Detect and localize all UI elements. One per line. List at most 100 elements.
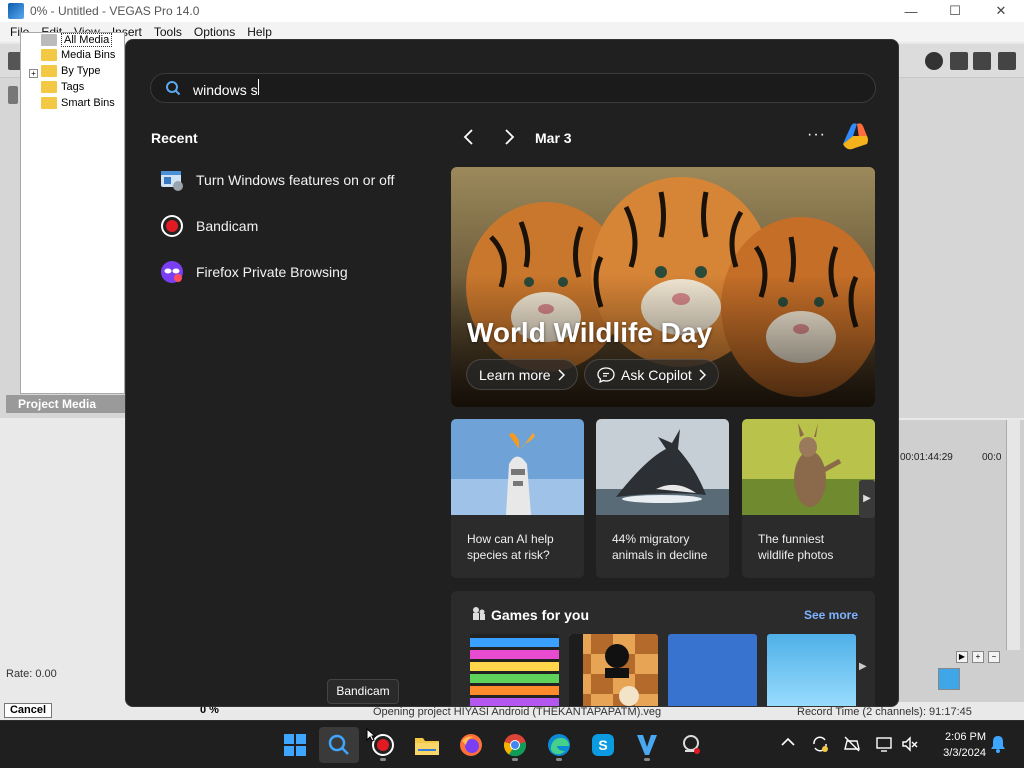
see-more-link[interactable]: See more bbox=[804, 608, 858, 622]
chevron-right-icon bbox=[558, 368, 565, 381]
windows-features-icon bbox=[160, 168, 184, 192]
expand-by-type-button[interactable]: + bbox=[29, 69, 38, 78]
recent-item-bandicam[interactable]: Bandicam bbox=[160, 211, 430, 241]
trim-icon[interactable] bbox=[950, 52, 968, 70]
snipping-tool-icon bbox=[683, 735, 700, 754]
status-bar: Opening project HIYASI Android (THEKANTA… bbox=[125, 706, 1024, 719]
chevron-up-icon bbox=[781, 737, 795, 746]
zoom-out-button[interactable]: − bbox=[988, 651, 1000, 663]
scroll-right-button[interactable]: ▶ bbox=[956, 651, 968, 663]
notifications-button[interactable] bbox=[988, 735, 1008, 755]
project-media-tab[interactable]: Project Media bbox=[6, 395, 125, 413]
firefox-icon bbox=[460, 734, 482, 756]
volume-tray-icon[interactable] bbox=[900, 735, 920, 755]
taskbar-firefox[interactable] bbox=[451, 727, 491, 763]
games-section: Games for you See more ▶ bbox=[451, 591, 875, 706]
taskbar: S 2:06 PM 3/3/2024 bbox=[0, 720, 1024, 768]
mouse-cursor-icon bbox=[366, 728, 376, 742]
text-caret bbox=[257, 78, 259, 95]
kangaroo-image bbox=[742, 419, 875, 515]
games-heading: Games for you bbox=[491, 607, 590, 623]
search-icon bbox=[166, 81, 181, 96]
previous-arrow-icon[interactable] bbox=[461, 128, 477, 146]
folder-icon bbox=[41, 81, 57, 93]
maximize-button[interactable]: ☐ bbox=[932, 0, 978, 22]
close-panel-icon[interactable] bbox=[8, 86, 18, 104]
menu-help[interactable]: Help bbox=[241, 25, 278, 39]
sync-tray-icon[interactable] bbox=[810, 735, 830, 755]
minimize-button[interactable]: — bbox=[888, 0, 934, 22]
more-options-button[interactable]: ··· bbox=[807, 126, 826, 144]
date-label: Mar 3 bbox=[535, 130, 572, 146]
snapping-icon[interactable] bbox=[938, 668, 960, 690]
game-tile-sky[interactable] bbox=[767, 634, 856, 706]
chrome-icon bbox=[503, 734, 527, 757]
taskbar-clock[interactable]: 2:06 PM 3/3/2024 bbox=[926, 729, 986, 761]
taskbar-vegas[interactable] bbox=[627, 727, 667, 763]
clock-date: 3/3/2024 bbox=[943, 747, 986, 759]
timeline-time-2: 00:0 bbox=[982, 452, 1002, 463]
butterfly-robot-image bbox=[451, 419, 584, 515]
volume-muted-icon bbox=[902, 736, 918, 752]
display-tray-icon[interactable] bbox=[874, 735, 894, 755]
ask-copilot-button[interactable]: Ask Copilot bbox=[584, 359, 719, 390]
folder-icon bbox=[41, 97, 57, 109]
close-button[interactable]: ✕ bbox=[978, 0, 1024, 22]
show-hidden-icons-button[interactable] bbox=[778, 735, 798, 755]
game-tile-chess[interactable] bbox=[569, 634, 658, 706]
monitor-icon bbox=[876, 737, 892, 752]
news-card-ai-species[interactable]: How can AI help species at risk? bbox=[451, 419, 584, 578]
network-tray-icon[interactable] bbox=[842, 735, 862, 755]
tree-item-smart-bins[interactable]: Smart Bins bbox=[41, 97, 115, 109]
timeline-time-1: 00:01:44:29 bbox=[900, 452, 953, 463]
svg-text:S: S bbox=[598, 737, 607, 753]
normalize-icon[interactable] bbox=[998, 52, 1016, 70]
news-card-funny-wildlife[interactable]: The funniest wildlife photos bbox=[742, 419, 875, 578]
cancel-button[interactable]: Cancel bbox=[4, 703, 52, 718]
tree-item-by-type[interactable]: By Type bbox=[41, 65, 101, 77]
clock-time: 2:06 PM bbox=[945, 731, 986, 743]
copilot-icon[interactable] bbox=[839, 122, 871, 152]
rate-label: Rate: 0.00 bbox=[6, 668, 57, 680]
skype-icon: S bbox=[592, 734, 614, 756]
folder-icon bbox=[41, 49, 57, 61]
timeline-area: 00:01:44:29 00:0 ▶ + − bbox=[898, 420, 1024, 702]
taskbar-tooltip: Bandicam bbox=[327, 679, 399, 704]
recent-item-windows-features[interactable]: Turn Windows features on or off bbox=[160, 165, 430, 195]
games-next-button[interactable]: ▶ bbox=[859, 661, 867, 672]
start-button[interactable] bbox=[275, 727, 315, 763]
folder-icon bbox=[41, 65, 57, 77]
menu-options[interactable]: Options bbox=[188, 25, 241, 39]
game-tile-color-lines[interactable] bbox=[470, 634, 559, 706]
search-box[interactable]: windows s bbox=[150, 73, 876, 103]
taskbar-file-explorer[interactable] bbox=[407, 727, 447, 763]
tree-item-all-media[interactable]: All Media bbox=[41, 33, 113, 47]
search-input[interactable]: windows s bbox=[193, 78, 843, 98]
news-card-migratory[interactable]: 44% migratory animals in decline bbox=[596, 419, 729, 578]
recent-item-firefox-private[interactable]: Firefox Private Browsing bbox=[160, 257, 430, 287]
audio-icon[interactable] bbox=[973, 52, 991, 70]
settings-icon[interactable] bbox=[925, 52, 943, 70]
timeline-scrollbar[interactable] bbox=[1006, 420, 1020, 650]
window-title: 0% - Untitled - VEGAS Pro 14.0 bbox=[30, 4, 200, 18]
tree-item-tags[interactable]: Tags bbox=[41, 81, 84, 93]
taskbar-chrome[interactable] bbox=[495, 727, 535, 763]
zoom-in-button[interactable]: + bbox=[972, 651, 984, 663]
taskbar-search-button[interactable] bbox=[319, 727, 359, 763]
hero-card[interactable]: World Wildlife Day Learn more Ask Copilo… bbox=[451, 167, 875, 407]
running-indicator bbox=[512, 758, 518, 761]
taskbar-edge[interactable] bbox=[539, 727, 579, 763]
chat-bubble-icon bbox=[597, 366, 615, 383]
windows-logo-icon bbox=[284, 734, 306, 756]
taskbar-skype[interactable]: S bbox=[583, 727, 623, 763]
game-tile-blue[interactable] bbox=[668, 634, 757, 706]
status-record-time: Record Time (2 channels): 91:17:45 bbox=[797, 706, 972, 718]
network-disconnected-icon bbox=[844, 736, 860, 752]
learn-more-button[interactable]: Learn more bbox=[466, 359, 578, 390]
menu-tools[interactable]: Tools bbox=[148, 25, 188, 39]
sync-icon bbox=[813, 736, 828, 752]
taskbar-app-extra[interactable] bbox=[671, 727, 711, 763]
next-arrow-icon[interactable] bbox=[501, 128, 517, 146]
tree-item-media-bins[interactable]: Media Bins bbox=[41, 49, 115, 61]
cards-next-button[interactable]: ▶ bbox=[859, 480, 875, 518]
